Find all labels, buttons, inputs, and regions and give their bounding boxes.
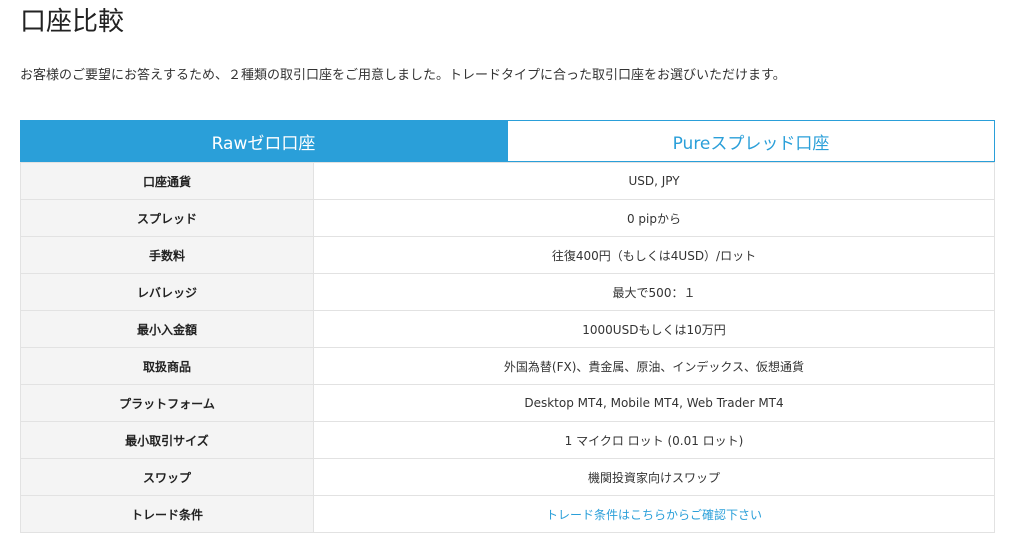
row-label: 取扱商品 — [20, 347, 314, 385]
table-row: 取扱商品 外国為替(FX)、貴金属、原油、インデックス、仮想通貨 — [20, 347, 995, 385]
row-label: トレード条件 — [20, 495, 314, 533]
row-label: レバレッジ — [20, 273, 314, 311]
table-row: レバレッジ 最大で500：１ — [20, 273, 995, 311]
comparison-table: 口座通貨 USD, JPY スプレッド 0 pipから 手数料 往復400円（も… — [20, 162, 995, 533]
trade-conditions-link[interactable]: トレード条件はこちらからご確認下さい — [546, 508, 762, 522]
page-title: 口座比較 — [20, 7, 125, 37]
row-value: 0 pipから — [313, 199, 995, 237]
row-label: 手数料 — [20, 236, 314, 274]
row-value: USD, JPY — [313, 162, 995, 200]
account-tabs: Rawゼロ口座 Pureスプレッド口座 — [20, 120, 995, 162]
row-label: 口座通貨 — [20, 162, 314, 200]
row-value: 機関投資家向けスワップ — [313, 458, 995, 496]
table-row: 手数料 往復400円（もしくは4USD）/ロット — [20, 236, 995, 274]
table-row: トレード条件 トレード条件はこちらからご確認下さい — [20, 495, 995, 533]
row-value: 1000USDもしくは10万円 — [313, 310, 995, 348]
row-value: トレード条件はこちらからご確認下さい — [313, 495, 995, 533]
table-row: スプレッド 0 pipから — [20, 199, 995, 237]
tab-raw-zero[interactable]: Rawゼロ口座 — [20, 120, 507, 162]
row-label: 最小取引サイズ — [20, 421, 314, 459]
table-row: スワップ 機関投資家向けスワップ — [20, 458, 995, 496]
row-label: プラットフォーム — [20, 384, 314, 422]
table-row: プラットフォーム Desktop MT4, Mobile MT4, Web Tr… — [20, 384, 995, 422]
page: 口座比較 お客様のご要望にお答えするため、２種類の取引口座をご用意しました。トレ… — [0, 0, 1024, 539]
row-label: スプレッド — [20, 199, 314, 237]
row-value: 往復400円（もしくは4USD）/ロット — [313, 236, 995, 274]
intro-text: お客様のご要望にお答えするため、２種類の取引口座をご用意しました。トレードタイプ… — [20, 68, 786, 83]
table-row: 最小入金額 1000USDもしくは10万円 — [20, 310, 995, 348]
row-label: 最小入金額 — [20, 310, 314, 348]
table-row: 口座通貨 USD, JPY — [20, 162, 995, 200]
row-value: 外国為替(FX)、貴金属、原油、インデックス、仮想通貨 — [313, 347, 995, 385]
row-value: 1 マイクロ ロット (0.01 ロット) — [313, 421, 995, 459]
row-value: 最大で500：１ — [313, 273, 995, 311]
table-row: 最小取引サイズ 1 マイクロ ロット (0.01 ロット) — [20, 421, 995, 459]
row-value: Desktop MT4, Mobile MT4, Web Trader MT4 — [313, 384, 995, 422]
row-label: スワップ — [20, 458, 314, 496]
tab-pure-spread[interactable]: Pureスプレッド口座 — [507, 120, 995, 162]
